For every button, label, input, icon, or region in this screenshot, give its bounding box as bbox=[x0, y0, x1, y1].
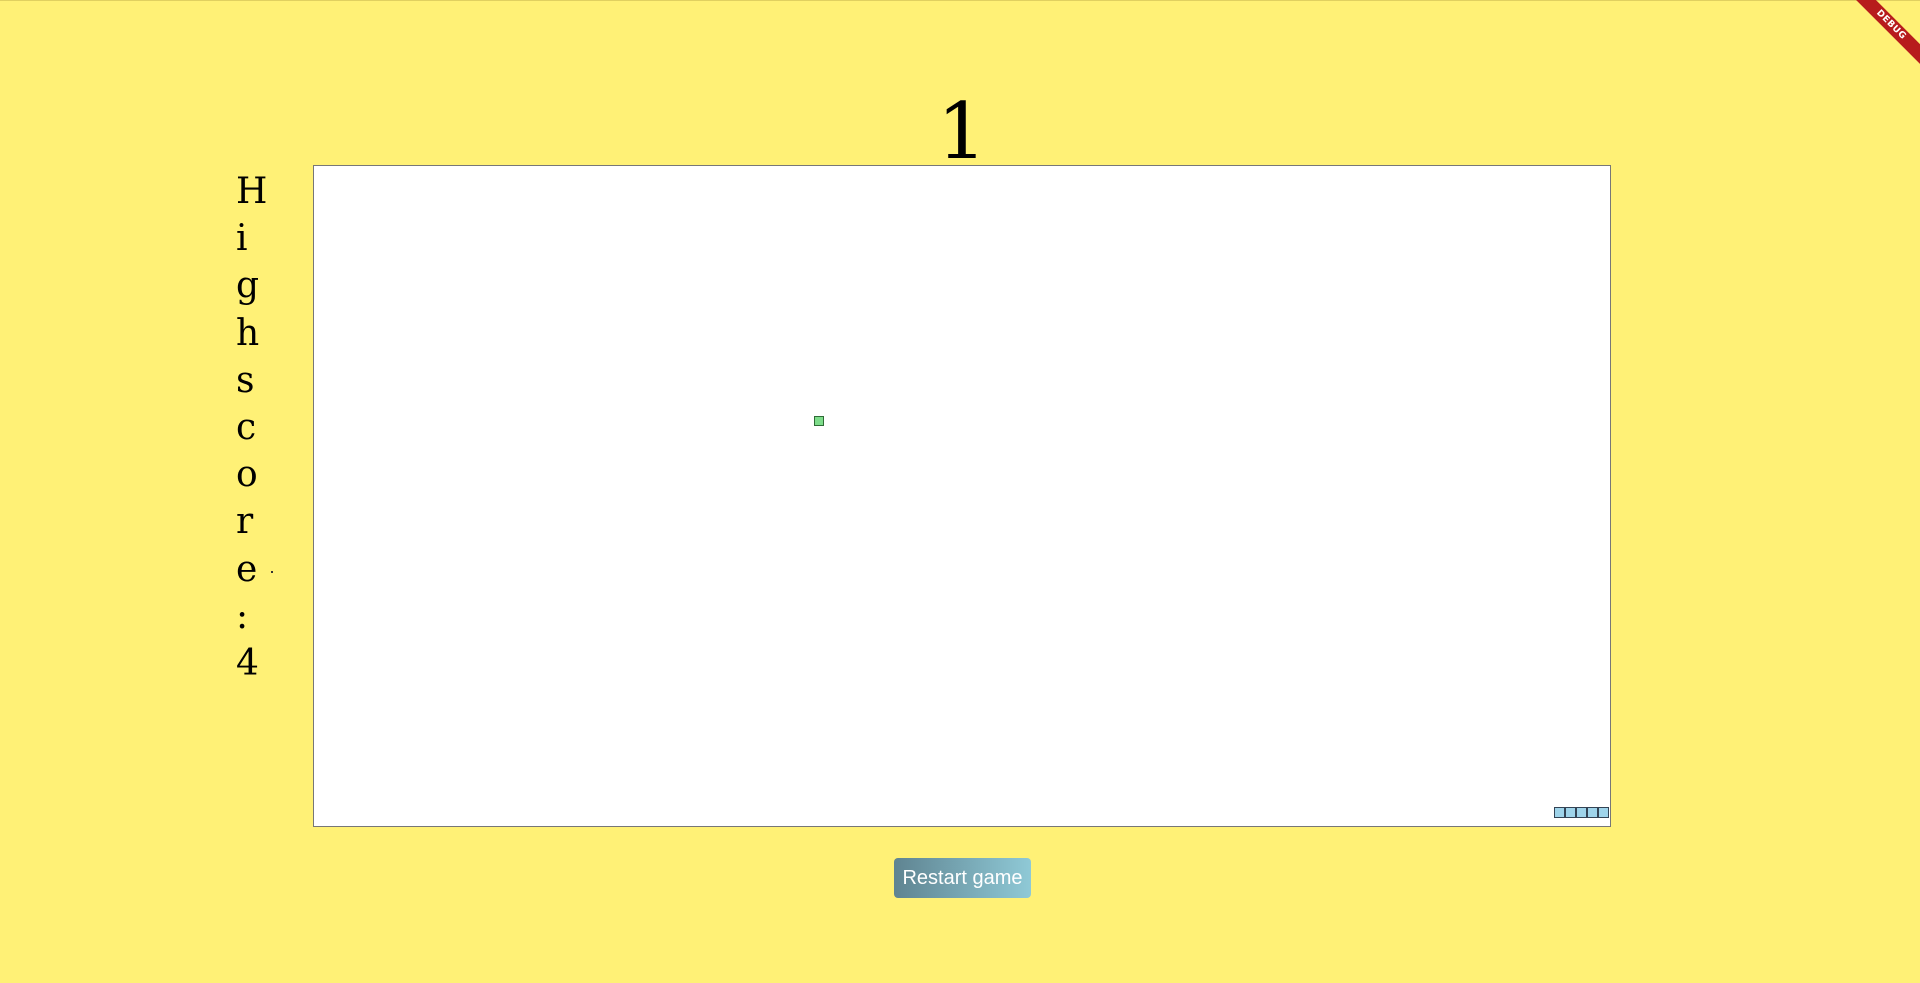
highscore-char: c bbox=[236, 406, 257, 448]
current-score: 1 bbox=[937, 87, 987, 177]
highscore-char: : bbox=[236, 595, 249, 637]
highscore-char: g bbox=[236, 265, 260, 307]
restart-game-button[interactable]: Restart game bbox=[894, 858, 1031, 898]
stray-dot bbox=[271, 571, 273, 573]
highscore-char: 4 bbox=[236, 642, 259, 684]
highscore-char: i bbox=[236, 218, 248, 260]
highscore-char: e bbox=[236, 548, 258, 590]
highscore-char: H bbox=[236, 171, 268, 212]
snake-segment bbox=[1554, 807, 1565, 818]
highscore-char: s bbox=[236, 359, 255, 401]
food-cell bbox=[814, 416, 824, 426]
game-board[interactable] bbox=[313, 165, 1611, 827]
highscore-char: r bbox=[236, 501, 254, 543]
highscore-char: h bbox=[236, 312, 260, 354]
snake-segment bbox=[1565, 807, 1576, 818]
snake-segment bbox=[1587, 807, 1598, 818]
highscore-char: o bbox=[236, 454, 258, 496]
snake-segment bbox=[1576, 807, 1587, 818]
debug-banner: DEBUG bbox=[1847, 0, 1920, 69]
game-screen: 1 H i g h s c o r e : 4 Restart game DEB… bbox=[0, 0, 1920, 983]
snake-segment bbox=[1598, 807, 1609, 818]
highscore-label: H i g h s c o r e : 4 bbox=[236, 168, 276, 687]
